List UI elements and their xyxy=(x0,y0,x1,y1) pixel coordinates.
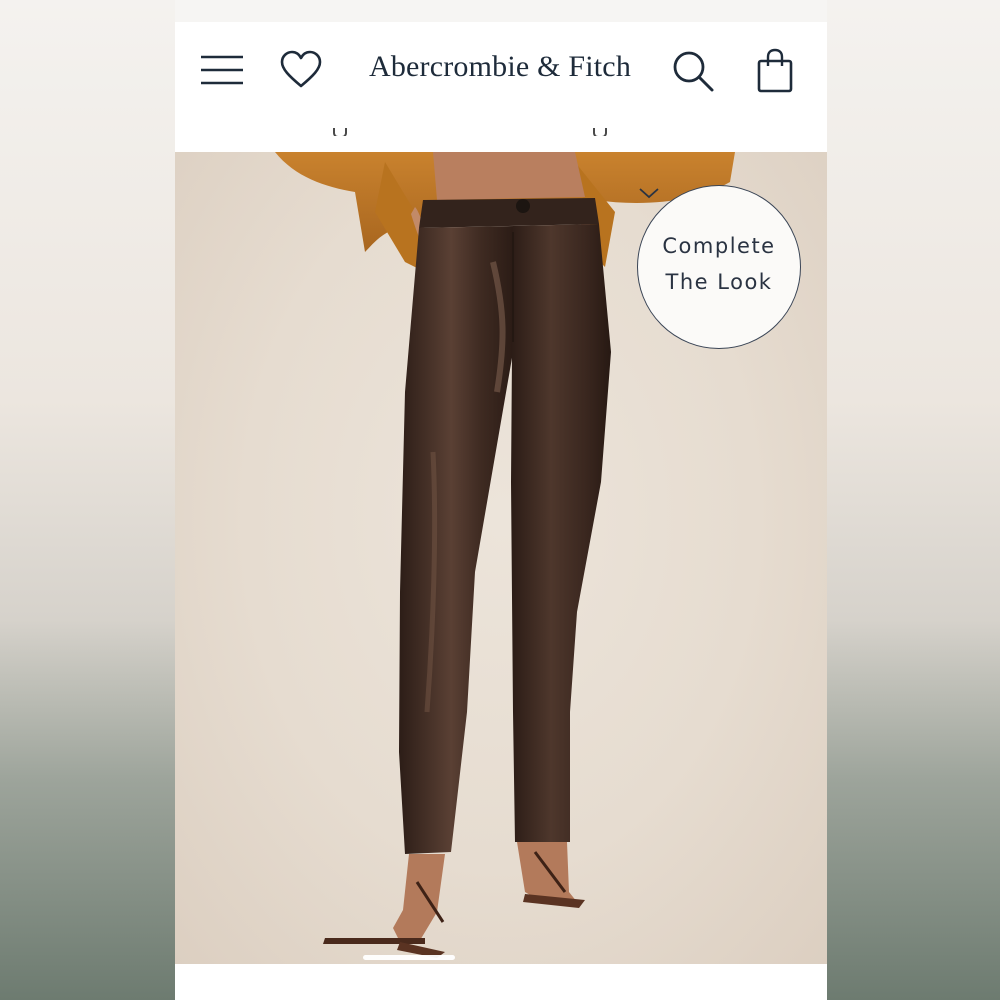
blurred-side-right xyxy=(827,0,1000,1000)
search-icon[interactable] xyxy=(671,49,715,93)
app-screen: Abercrombie & Fitch Complete The Look xyxy=(175,0,827,1000)
clipped-subtitle-text xyxy=(303,118,623,136)
complete-look-line2: The Look xyxy=(665,270,773,294)
heart-icon[interactable] xyxy=(279,50,323,90)
menu-icon[interactable] xyxy=(199,52,245,88)
shopping-bag-icon[interactable] xyxy=(755,48,795,94)
site-header: Abercrombie & Fitch xyxy=(175,22,827,152)
product-image[interactable]: Complete The Look xyxy=(175,152,827,964)
status-strip xyxy=(175,0,827,22)
bottom-bar xyxy=(175,964,827,1000)
carousel-indicator xyxy=(363,955,455,960)
brand-logo[interactable]: Abercrombie & Fitch xyxy=(365,50,635,84)
blurred-side-left xyxy=(0,0,175,1000)
complete-look-line1: Complete xyxy=(662,234,776,258)
complete-the-look-button[interactable]: Complete The Look xyxy=(637,185,801,349)
